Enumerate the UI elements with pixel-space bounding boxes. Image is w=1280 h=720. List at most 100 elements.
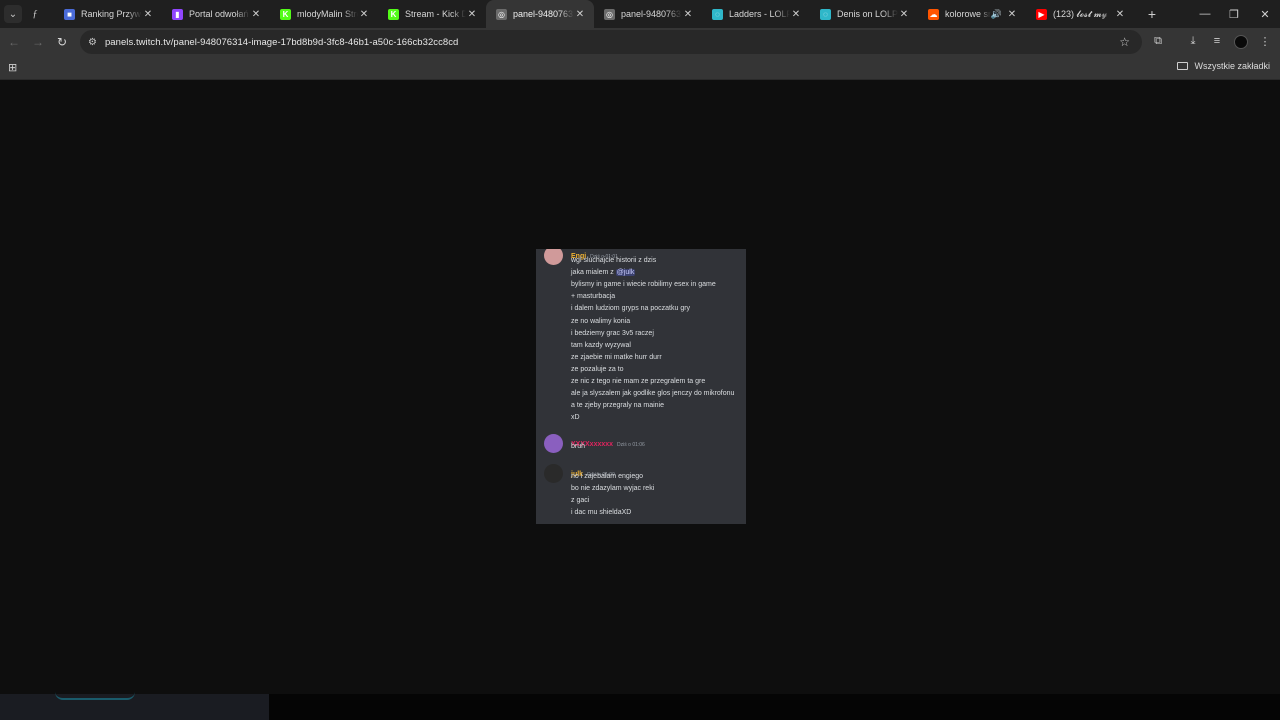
favicon-icon: ◎ — [496, 8, 507, 20]
message-text: + masturbacja — [571, 293, 616, 301]
decorative-arc — [55, 692, 135, 700]
address-bar[interactable]: ⚙ panels.twitch.tv/panel-948076314-image… — [80, 30, 1142, 54]
message-text: a te zjeby przegraly na mainie — [571, 402, 664, 410]
url-text[interactable]: panels.twitch.tv/panel-948076314-image-1… — [105, 37, 458, 48]
back-button[interactable]: ← — [2, 30, 26, 54]
avatar[interactable] — [544, 464, 563, 483]
tab-title: panel-948076314-i — [513, 9, 574, 19]
favicon-icon: ◌ — [820, 8, 831, 20]
close-icon[interactable]: ✕ — [682, 9, 694, 20]
kebab-menu-icon[interactable]: ⋮ — [1254, 30, 1276, 52]
tab-8[interactable]: ◌ Denis on LOLPros✕ — [810, 0, 918, 28]
favicon-icon: ◌ — [712, 8, 723, 20]
tab-title: Stream - Kick Dash — [405, 9, 466, 19]
favicon-icon: ☁ — [928, 8, 939, 20]
tab-title: Ranking Przywołań — [81, 9, 142, 19]
message-line: bruh — [571, 443, 585, 450]
tab-6[interactable]: ◎ panel-948076314-✕ — [594, 0, 702, 28]
close-icon[interactable]: ✕ — [574, 9, 586, 20]
tab-5[interactable]: ◎ panel-948076314-i✕ — [486, 0, 594, 28]
message-text: wgl sluchajcie historii z dzis — [571, 257, 657, 264]
message-line: ze zjaebie mi matke hurr durr — [571, 354, 662, 361]
apps-grid-icon[interactable]: ⊞ — [8, 61, 17, 74]
message-line: z gaci — [571, 497, 589, 504]
message-text: i dalem ludziom gryps na poczatku gry — [571, 305, 691, 313]
tune-icon[interactable]: ⚙ — [88, 37, 97, 48]
avatar[interactable] — [544, 249, 563, 265]
restore-button[interactable]: ❐ — [1219, 0, 1249, 28]
minimize-button[interactable]: — — [1190, 0, 1220, 28]
message-text: i dac mu shieldaXD — [571, 509, 632, 517]
bookmarks-bar: ⊞ Wszystkie zakładki — [0, 56, 1280, 80]
media-control-icon[interactable]: ≡ — [1206, 30, 1228, 52]
avatar[interactable] — [544, 434, 563, 453]
speaker-icon[interactable]: 🔊 — [991, 9, 1002, 20]
tab-7[interactable]: ◌ Ladders - LOLPros✕ — [702, 0, 810, 28]
favicon-icon: K — [388, 8, 399, 20]
close-icon[interactable]: ✕ — [1114, 9, 1126, 20]
message-text: bo nie zdazylam wyjac reki — [571, 485, 655, 493]
puzzle-icon[interactable]: ⧉ — [1147, 30, 1169, 52]
all-bookmarks-button[interactable]: Wszystkie zakładki — [1177, 61, 1270, 71]
tab-title: kolorowe sny — [945, 9, 991, 19]
toolbar: ← → ↻ ⚙ panels.twitch.tv/panel-948076314… — [0, 28, 1280, 56]
page-content: Engi Dziś o 01:01 wgl sluchajcie historii … — [0, 81, 1280, 694]
arrow-right-icon: → — [32, 35, 44, 49]
message-text: jaka mialem z — [571, 269, 616, 277]
taskbar-preview — [0, 694, 269, 720]
all-bookmarks-label: Wszystkie zakładki — [1194, 61, 1270, 71]
close-icon[interactable]: ✕ — [142, 9, 154, 20]
mention[interactable]: @julk — [615, 269, 636, 277]
profile-avatar[interactable] — [1234, 35, 1248, 49]
message-line: ze no walimy konia — [571, 318, 630, 325]
tab-9[interactable]: ☁ kolorowe sny🔊 ✕ — [918, 0, 1026, 28]
tab-1[interactable]: ■ Ranking Przywołań✕ — [54, 0, 162, 28]
message-line: bylismy in game i wiecie robilimy esex i… — [571, 281, 716, 288]
message-text: xD — [571, 414, 580, 422]
message-line: no i zajebalam engiego — [571, 473, 643, 480]
favicon-icon: ▮ — [172, 8, 183, 20]
close-icon[interactable]: ✕ — [898, 9, 910, 20]
message-text: ze no walimy konia — [571, 317, 631, 325]
message-line: jaka mialem z @julk — [571, 269, 636, 277]
tab-4[interactable]: K Stream - Kick Dash✕ — [378, 0, 486, 28]
message-text: i bedziemy grac 3v5 raczej — [571, 329, 654, 337]
favicon-icon: ◎ — [604, 8, 615, 20]
reload-icon: ↻ — [56, 35, 68, 49]
tab-10[interactable]: ▶ (123) 𝓵𝓸𝓼𝓽 𝓶𝔂 ✕ — [1026, 0, 1134, 28]
tab-title: mlodyMalin Stream — [297, 9, 358, 19]
message-line: ale ja slyszalem jak godlike glos jenczy… — [571, 390, 734, 397]
message-text: tam kazdy wyzywal — [571, 341, 631, 349]
plus-icon: + — [1147, 6, 1157, 22]
tab-title: Portal odwołań - Ba — [189, 9, 250, 19]
message-text: bylismy in game i wiecie robilimy esex i… — [571, 281, 716, 289]
message-line: ze pozaluje za to — [571, 366, 624, 373]
message-line: bo nie zdazylam wyjac reki — [571, 485, 654, 492]
favicon-icon: ■ — [64, 8, 75, 20]
pinned-tab[interactable]: ƒ — [28, 9, 42, 20]
close-icon[interactable]: ✕ — [790, 9, 802, 20]
tab-2[interactable]: ▮ Portal odwołań - Ba✕ — [162, 0, 270, 28]
download-icon[interactable]: ⤓ — [1182, 30, 1204, 52]
close-icon[interactable]: ✕ — [466, 9, 478, 20]
tab-title: (123) 𝓵𝓸𝓼𝓽 𝓶𝔂 — [1053, 8, 1108, 19]
tab-search-button[interactable]: ⌄ — [4, 5, 22, 23]
message-text: z gaci — [571, 497, 590, 505]
taskbar-strip — [0, 694, 1280, 720]
favicon-icon: K — [280, 8, 291, 20]
forward-button[interactable]: → — [26, 30, 50, 54]
folder-icon — [1177, 62, 1189, 70]
message-text: ze nic z tego nie mam ze przegralem ta g… — [571, 378, 706, 385]
tab-strip: ⌄ ƒ ■Ranking Przywołań✕▮Portal odwołań -… — [0, 0, 1280, 28]
star-icon[interactable]: ☆ — [1119, 35, 1130, 49]
tab-3[interactable]: KmlodyMalin Stream✕ — [270, 0, 378, 28]
close-window-button[interactable]: ✕ — [1250, 0, 1280, 28]
close-icon[interactable]: ✕ — [358, 9, 370, 20]
close-icon[interactable]: ✕ — [1006, 9, 1018, 20]
new-tab-button[interactable]: + — [1140, 6, 1164, 22]
close-icon[interactable]: ✕ — [250, 9, 262, 20]
message-line: i bedziemy grac 3v5 raczej — [571, 330, 654, 337]
message-text: ale ja slyszalem jak godlike glos jenczy… — [571, 390, 735, 398]
reload-button[interactable]: ↻ — [50, 30, 74, 54]
timestamp: Dziś o 01:06 — [617, 442, 645, 448]
